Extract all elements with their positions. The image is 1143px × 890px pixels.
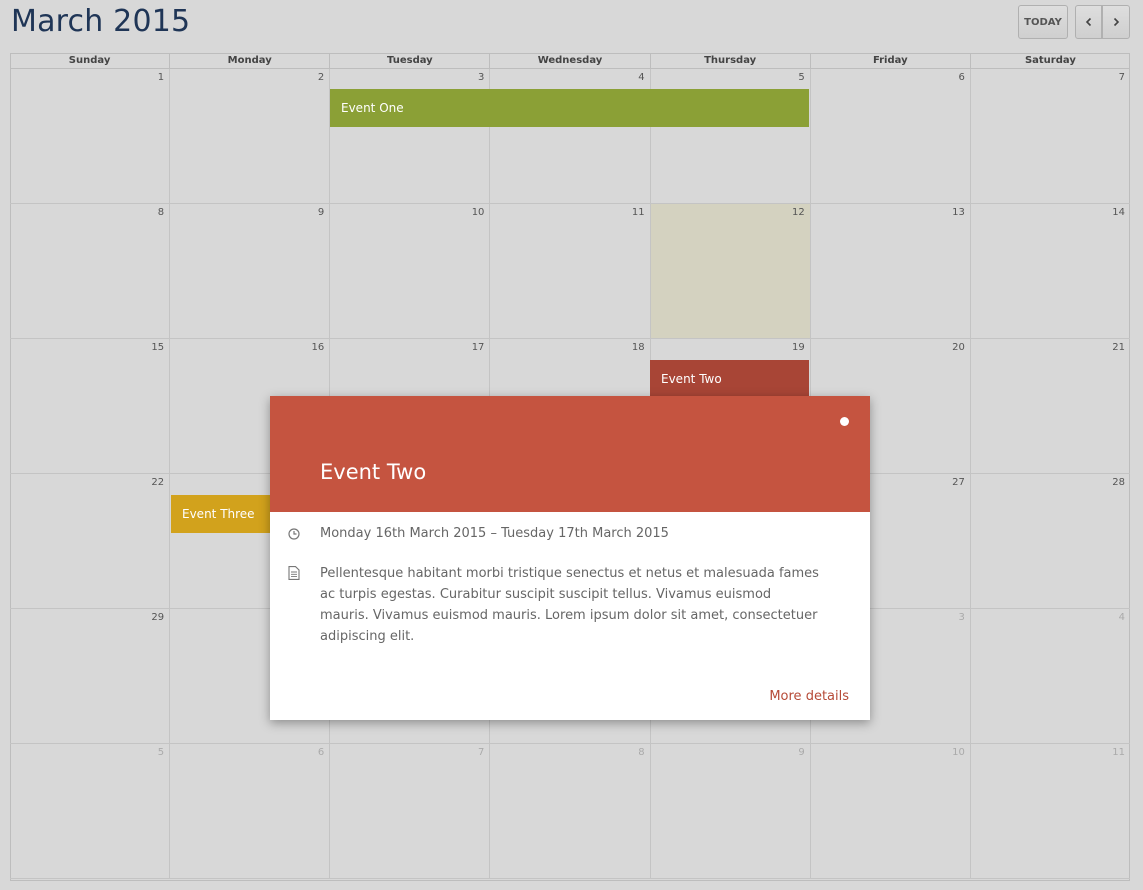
- day-cell-other-month[interactable]: 11: [971, 744, 1130, 878]
- chevron-right-icon: [1113, 17, 1120, 27]
- week-row: 5 6 7 8 9 10 11: [10, 744, 1130, 879]
- popup-description-row: Pellentesque habitant morbi tristique se…: [288, 563, 852, 647]
- weekday-label: Wednesday: [490, 53, 651, 69]
- weekday-label: Saturday: [970, 53, 1130, 69]
- day-number: 4: [638, 72, 645, 83]
- day-number: 8: [157, 207, 165, 218]
- clock-icon: [288, 523, 320, 544]
- day-number: 15: [151, 342, 165, 353]
- day-number: 10: [952, 747, 965, 758]
- day-cell-other-month[interactable]: 9: [651, 744, 811, 878]
- day-number: 16: [311, 342, 325, 353]
- day-number: 4: [1118, 612, 1125, 623]
- day-number: 29: [151, 612, 165, 623]
- day-cell[interactable]: 14: [971, 204, 1130, 338]
- day-number: 5: [798, 72, 805, 83]
- day-number: 28: [1112, 477, 1125, 488]
- day-number: 11: [1112, 747, 1125, 758]
- weekday-label: Thursday: [650, 53, 811, 69]
- day-number: 1: [157, 72, 165, 83]
- day-number: 2: [317, 72, 325, 83]
- day-cell-other-month[interactable]: 7: [330, 744, 491, 878]
- day-number: 7: [478, 747, 485, 758]
- event-two[interactable]: Event Two: [650, 360, 809, 398]
- popup-date-row: Monday 16th March 2015 – Tuesday 17th Ma…: [288, 523, 852, 544]
- day-cell[interactable]: 8: [10, 204, 171, 338]
- popup-header: Event Two: [270, 396, 870, 512]
- day-cell[interactable]: 7: [971, 69, 1130, 203]
- day-number: 14: [1112, 207, 1125, 218]
- day-cell[interactable]: 13: [811, 204, 971, 338]
- day-number: 17: [471, 342, 485, 353]
- week-row: 8 9 10 11 12 13 14: [10, 204, 1130, 339]
- day-number: 27: [952, 477, 965, 488]
- day-number: 6: [317, 747, 325, 758]
- day-cell[interactable]: 6: [811, 69, 971, 203]
- day-cell[interactable]: 10: [330, 204, 491, 338]
- next-month-button[interactable]: [1102, 5, 1130, 39]
- more-details-link[interactable]: More details: [769, 689, 849, 704]
- weekday-label: Tuesday: [330, 53, 491, 69]
- day-number: 7: [1118, 72, 1125, 83]
- document-icon: [288, 563, 320, 647]
- day-number: 22: [151, 477, 165, 488]
- day-cell[interactable]: 28: [971, 474, 1130, 608]
- chevron-left-icon: [1085, 17, 1091, 27]
- today-button[interactable]: TODAY: [1018, 5, 1068, 39]
- day-number: 3: [958, 612, 965, 623]
- close-icon[interactable]: [840, 417, 849, 426]
- popup-title: Event Two: [320, 460, 427, 484]
- day-cell[interactable]: 21: [971, 339, 1130, 473]
- event-three[interactable]: Event Three: [171, 495, 270, 533]
- day-cell[interactable]: 11: [490, 204, 651, 338]
- day-cell-other-month[interactable]: 8: [490, 744, 651, 878]
- day-cell[interactable]: 2: [170, 69, 331, 203]
- day-number: 6: [958, 72, 965, 83]
- day-number: 9: [317, 207, 325, 218]
- day-number: 12: [791, 207, 805, 218]
- day-number: 11: [631, 207, 645, 218]
- day-number: 13: [952, 207, 965, 218]
- day-cell[interactable]: 9: [170, 204, 331, 338]
- day-cell-other-month[interactable]: 4: [971, 609, 1130, 743]
- prev-month-button[interactable]: [1075, 5, 1102, 39]
- day-number: 19: [791, 342, 805, 353]
- day-number: 3: [478, 72, 485, 83]
- weekday-header: Sunday Monday Tuesday Wednesday Thursday…: [10, 53, 1130, 69]
- day-cell[interactable]: 15: [10, 339, 171, 473]
- page-title: March 2015: [11, 4, 191, 39]
- day-number: 5: [157, 747, 165, 758]
- day-cell-other-month[interactable]: 6: [170, 744, 331, 878]
- day-cell-today[interactable]: 12: [650, 204, 811, 338]
- event-popup: Event Two Monday 16th March 2015 – Tuesd…: [270, 396, 870, 720]
- day-cell-other-month[interactable]: 5: [10, 744, 171, 878]
- popup-date-range: Monday 16th March 2015 – Tuesday 17th Ma…: [320, 526, 669, 541]
- day-number: 8: [638, 747, 645, 758]
- event-one[interactable]: Event One: [330, 89, 809, 127]
- popup-description: Pellentesque habitant morbi tristique se…: [320, 566, 819, 644]
- day-number: 21: [1112, 342, 1125, 353]
- day-cell[interactable]: 1: [10, 69, 171, 203]
- day-number: 18: [631, 342, 645, 353]
- day-number: 20: [952, 342, 965, 353]
- weekday-label: Sunday: [10, 53, 171, 69]
- day-cell[interactable]: 22: [10, 474, 171, 608]
- day-cell[interactable]: 29: [10, 609, 171, 743]
- weekday-label: Friday: [810, 53, 971, 69]
- day-number: 10: [471, 207, 485, 218]
- weekday-label: Monday: [170, 53, 331, 69]
- day-cell-other-month[interactable]: 10: [811, 744, 971, 878]
- day-number: 9: [798, 747, 805, 758]
